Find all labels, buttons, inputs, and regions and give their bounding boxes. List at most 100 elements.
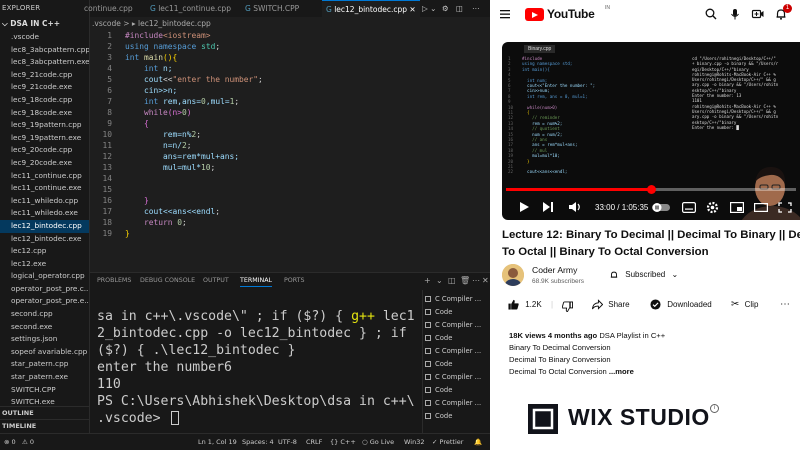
microphone-icon[interactable] (728, 7, 742, 21)
terminal-instance[interactable]: Code (425, 332, 452, 345)
show-more-link[interactable]: ...more (609, 367, 634, 376)
breadcrumb[interactable]: .vscode > ▸ lec12_bintodec.cpp (92, 17, 211, 30)
file-item[interactable]: lec12.cpp (0, 245, 89, 258)
terminal-instance[interactable]: C Compiler ... (425, 319, 481, 332)
file-item[interactable]: lec9_20code.exe (0, 157, 89, 170)
line-ending[interactable]: CRLF (306, 438, 322, 446)
tab-ports[interactable]: PORTS (284, 277, 305, 284)
file-item[interactable]: lec9_19pattern.cpp (0, 119, 89, 132)
file-item[interactable]: settings.json (0, 333, 89, 346)
outline-section[interactable]: OUTLINE (0, 406, 89, 418)
tab-output[interactable]: OUTPUT (203, 277, 229, 284)
tab-lec11-continue[interactable]: G lec11_continue.cpp (150, 0, 231, 17)
fullscreen-icon[interactable] (778, 202, 792, 213)
timeline-section[interactable]: TIMELINE (0, 419, 89, 431)
file-item[interactable]: lec9_21code.exe (0, 81, 89, 94)
file-item[interactable]: lec9_19pattern.exe (0, 132, 89, 145)
trash-icon[interactable]: 🗑 (460, 276, 470, 285)
close-icon[interactable]: ✕ (409, 5, 415, 14)
download-button[interactable]: Downloaded (650, 298, 712, 312)
chevron-down-icon[interactable]: ⌄ (436, 276, 443, 285)
progress-scrubber[interactable] (647, 185, 656, 194)
thumbs-down-icon[interactable] (562, 300, 573, 314)
search-icon[interactable] (704, 7, 718, 21)
terminal-instance[interactable]: C Compiler ... (425, 371, 481, 384)
terminal-instance[interactable]: Code (425, 306, 452, 319)
file-item[interactable]: lec11_whiledo.cpp (0, 195, 89, 208)
platform[interactable]: Win32 (404, 438, 424, 446)
file-item[interactable]: logical_operator.cpp (0, 270, 89, 283)
autoplay-toggle-icon[interactable] (652, 203, 670, 212)
file-item[interactable]: lec8_3abcpattern.cpp (0, 44, 89, 57)
tab-problems[interactable]: PROBLEMS (97, 277, 131, 284)
youtube-logo-text[interactable]: YouTube (547, 7, 595, 21)
bell-icon[interactable]: 🔔 (474, 438, 482, 446)
file-item[interactable]: operator_post_pre.c... (0, 283, 89, 296)
new-terminal-icon[interactable]: + (424, 276, 431, 285)
tab-terminal[interactable]: TERMINAL (240, 277, 273, 287)
clip-button[interactable]: ✂ Clip (731, 298, 758, 312)
settings-icon[interactable]: ⚙ (442, 0, 449, 17)
like-button[interactable]: 1.2K (508, 298, 542, 312)
file-item[interactable]: lec8_3abcpattern.exe (0, 56, 89, 69)
code-editor[interactable]: 1 2 3 4 5 6 7 8 9 10 11 12 13 14 15 16 17 18 19 #include<i… (90, 30, 490, 270)
file-item[interactable]: lec12.exe (0, 258, 89, 271)
tab-lec12-bintodec[interactable]: G lec12_bintodec.cpp ✕ (322, 0, 420, 17)
language-mode[interactable]: {} C++ (330, 438, 356, 446)
channel-avatar[interactable] (502, 264, 524, 286)
indentation[interactable]: Spaces: 4 (242, 438, 274, 446)
go-live-button[interactable]: ○ Go Live (362, 438, 394, 446)
menu-icon[interactable] (498, 7, 512, 21)
file-item[interactable]: SWITCH.CPP (0, 384, 89, 397)
more-icon[interactable]: ⋯ (472, 276, 480, 285)
ad-banner[interactable]: WIX STUDIO i (502, 388, 800, 450)
youtube-logo-icon[interactable] (525, 8, 544, 21)
volume-icon[interactable] (568, 200, 582, 214)
file-item[interactable]: lec11_continue.cpp (0, 170, 89, 183)
terminal-instance[interactable]: C Compiler ... (425, 293, 481, 306)
theater-mode-icon[interactable] (754, 202, 768, 213)
more-icon[interactable]: ⋯ (472, 0, 480, 17)
warnings-count[interactable]: ⚠ 0 (22, 438, 34, 446)
progress-bar[interactable] (506, 185, 796, 194)
cursor-position[interactable]: Ln 1, Col 19 (198, 438, 237, 446)
subscribed-button[interactable]: Subscribed ⌄ (609, 270, 678, 280)
file-item[interactable]: second.cpp (0, 308, 89, 321)
captions-icon[interactable] (682, 202, 696, 213)
description-box[interactable]: 18K views 4 months ago DSA Playlist in C… (509, 330, 799, 378)
playlist-link[interactable]: DSA Playlist in C++ (599, 331, 665, 340)
tab-switch[interactable]: G SWITCH.CPP (245, 0, 299, 17)
file-item[interactable]: .vscode (0, 31, 89, 44)
tab-continue[interactable]: continue.cpp (84, 0, 133, 17)
file-item[interactable]: lec9_18code.exe (0, 107, 89, 120)
create-video-icon[interactable] (751, 7, 765, 21)
file-item[interactable]: lec12_bintodec.cpp (0, 219, 89, 233)
file-item[interactable]: lec11_continue.exe (0, 182, 89, 195)
split-editor-icon[interactable]: ◫ (456, 0, 463, 17)
file-item[interactable]: star_patern.exe (0, 371, 89, 384)
split-terminal-icon[interactable]: ◫ (448, 276, 456, 285)
terminal-instance[interactable]: Code (425, 358, 452, 371)
encoding[interactable]: UTF-8 (278, 438, 297, 446)
play-icon[interactable] (518, 201, 530, 213)
next-icon[interactable] (542, 201, 554, 213)
terminal[interactable]: sa in c++\.vscode\" ; if ($?) { g++ lec1… (90, 290, 422, 433)
terminal-instance[interactable]: Code (425, 384, 452, 397)
prettier-status[interactable]: ✓ Prettier (432, 438, 463, 446)
tab-debug-console[interactable]: DEBUG CONSOLE (140, 277, 195, 284)
terminal-instance[interactable]: Code (425, 410, 452, 423)
terminal-instance[interactable]: C Compiler ... (425, 397, 481, 410)
terminal-instance[interactable]: C Compiler ... (425, 345, 481, 358)
ad-info-icon[interactable]: i (710, 404, 719, 413)
settings-gear-icon[interactable] (706, 201, 719, 214)
share-button[interactable]: Share (592, 298, 630, 312)
file-item[interactable]: lec9_21code.cpp (0, 69, 89, 82)
explorer-folder[interactable]: ⌵ DSA IN C++ (0, 17, 89, 31)
run-icon[interactable]: ▷ ⌄ (422, 0, 436, 17)
video-player[interactable]: Binary.cpp 1 #include 2 using namespace std… (502, 42, 800, 220)
file-item[interactable]: second.exe (0, 321, 89, 334)
file-item[interactable]: lec9_20code.cpp (0, 144, 89, 157)
file-item[interactable]: sopeof avariable.cpp (0, 346, 89, 359)
file-item[interactable]: lec12_bintodec.exe (0, 233, 89, 246)
errors-count[interactable]: ⊗ 0 (4, 438, 16, 446)
